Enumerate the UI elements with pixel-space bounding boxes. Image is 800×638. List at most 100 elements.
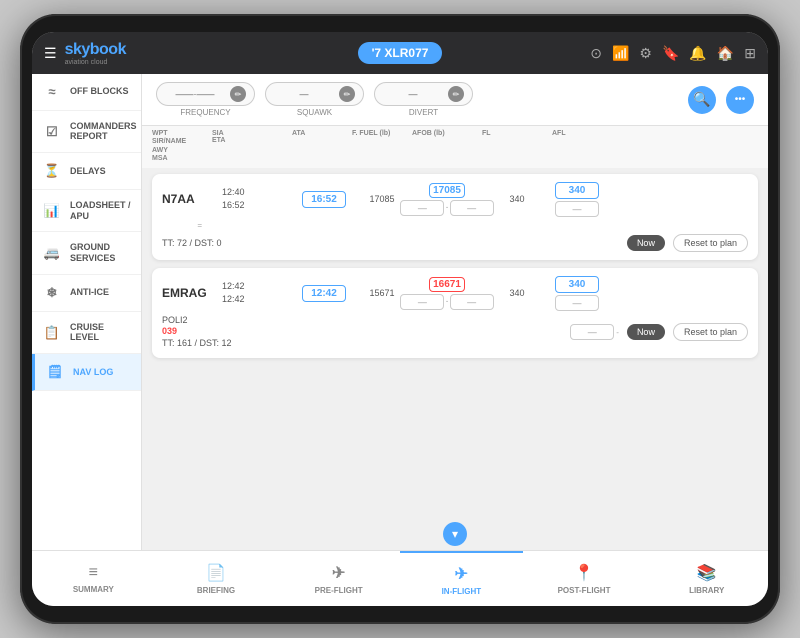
flight-badge[interactable]: '7 XLR077: [358, 42, 443, 64]
col-afl: AFL: [552, 130, 602, 164]
wifi-icon[interactable]: 📶: [612, 45, 629, 62]
sidebar-label-cruise: CRUISE LEVEL: [70, 322, 131, 344]
divert-edit-btn[interactable]: ✏: [448, 86, 464, 102]
more-button[interactable]: •••: [726, 86, 754, 114]
afl-dash-2[interactable]: —: [555, 295, 599, 311]
controls-bar: ✏ FREQUENCY ✏ SQUAWK ✏: [142, 74, 768, 126]
search-button[interactable]: 🔍: [688, 86, 716, 114]
bottom-nav: ≡ SUMMARY 📄 BRIEFING ✈ PRE-FLIGHT ✈ IN-F…: [32, 550, 768, 606]
equals-row-1: =: [162, 221, 748, 230]
post-flight-icon: 📍: [574, 563, 594, 583]
sidebar-item-delays[interactable]: ⏳ DELAYS: [32, 153, 141, 190]
frequency-input[interactable]: [165, 89, 225, 99]
location-icon[interactable]: ⊙: [590, 45, 602, 62]
divert-input[interactable]: [383, 89, 443, 99]
red-value-2: 039: [162, 326, 232, 338]
pre-flight-icon: ✈: [332, 563, 345, 583]
nav-library[interactable]: 📚 LIBRARY: [645, 551, 768, 606]
logo-sub: aviation cloud: [65, 59, 126, 66]
squawk-input[interactable]: [274, 89, 334, 99]
expand-button[interactable]: ▾: [443, 522, 467, 546]
hamburger-icon[interactable]: ☰: [44, 45, 57, 62]
sidebar-label-commanders: COMMANDERS REPORT: [70, 121, 137, 143]
sidebar-label-off-blocks: OFF BLOCKS: [70, 86, 129, 97]
grid-icon[interactable]: ⊞: [744, 45, 756, 62]
sidebar-item-commanders-report[interactable]: ☑ COMMANDERS REPORT: [32, 111, 141, 154]
nav-card-1: N7AA 12:40 16:52 17085: [152, 174, 758, 260]
waypoint-2: EMRAG: [162, 286, 222, 300]
home-icon[interactable]: 🏠: [717, 45, 734, 62]
squawk-group: ✏ SQUAWK: [265, 82, 364, 117]
anti-ice-icon: ❄: [42, 285, 62, 301]
frequency-edit-btn[interactable]: ✏: [230, 86, 246, 102]
table-header: WPTSIR/NAMEAWYMSA SIAETA ATA F. FUEL (lb…: [142, 126, 768, 168]
commanders-icon: ☑: [42, 124, 62, 140]
ground-icon: 🚐: [42, 245, 62, 261]
sidebar-item-loadsheet[interactable]: 📊 LOADSHEET / APU: [32, 190, 141, 233]
frequency-label: FREQUENCY: [180, 108, 230, 117]
afob-dash-1[interactable]: —: [400, 200, 444, 216]
nav-card-2-footer: POLI2 039 TT: 161 / DST: 12 — - Now Rese…: [162, 315, 748, 350]
nav-briefing[interactable]: 📄 BRIEFING: [155, 551, 278, 606]
times-2: 12:42 12:42: [222, 280, 302, 305]
in-flight-icon: ✈: [455, 564, 468, 584]
logo-area: ☰ skybook aviation cloud: [44, 41, 350, 66]
reset-btn-1[interactable]: Reset to plan: [673, 234, 748, 252]
col-fl: FL: [482, 130, 552, 164]
pre-flight-label: PRE-FLIGHT: [315, 586, 363, 595]
col-wpt: WPTSIR/NAMEAWYMSA: [152, 130, 212, 164]
library-icon: 📚: [697, 563, 717, 583]
divert-pill[interactable]: ✏: [374, 82, 473, 106]
sidebar-item-anti-ice[interactable]: ❄ ANTI-ICE: [32, 275, 141, 312]
settings-icon[interactable]: ⚙: [639, 45, 652, 62]
squawk-label: SQUAWK: [297, 108, 332, 117]
bookmark-icon[interactable]: 🔖: [662, 45, 679, 62]
frequency-pill[interactable]: ✏: [156, 82, 255, 106]
logo: skybook aviation cloud: [65, 41, 126, 66]
ata-input-2[interactable]: [302, 285, 346, 302]
in-flight-label: IN-FLIGHT: [442, 587, 482, 596]
waypoint-1: N7AA: [162, 192, 222, 206]
dot-sep-1a: ·: [445, 202, 448, 213]
dot-sep-2a: ·: [445, 296, 448, 307]
loadsheet-icon: 📊: [42, 203, 62, 219]
tablet-screen: ☰ skybook aviation cloud '7 XLR077 ⊙ 📶 ⚙…: [32, 32, 768, 606]
fl-2: 340: [482, 288, 552, 298]
tt-dst-2: TT: 161 / DST: 12: [162, 338, 232, 350]
sidebar: ≈ OFF BLOCKS ☑ COMMANDERS REPORT ⏳ DELAY…: [32, 74, 142, 550]
squawk-edit-btn[interactable]: ✏: [339, 86, 355, 102]
plan-time-2: 12:42: [222, 281, 245, 291]
nav-in-flight[interactable]: ✈ IN-FLIGHT: [400, 551, 523, 606]
now-btn-1[interactable]: Now: [627, 235, 665, 251]
nav-card-2-header: EMRAG 12:42 12:42 15671: [162, 276, 748, 311]
afob-value-1: 17085: [429, 183, 465, 198]
col-afob: AFOB (lb): [412, 130, 482, 164]
afl-input-1[interactable]: [555, 182, 599, 199]
sidebar-item-cruise[interactable]: 📋 CRUISE LEVEL: [32, 312, 141, 355]
sidebar-item-off-blocks[interactable]: ≈ OFF BLOCKS: [32, 74, 141, 111]
afl-dash-1[interactable]: —: [555, 201, 599, 217]
afob-1: 17085 — · —: [412, 183, 482, 216]
afob-2: 16671 — · —: [412, 277, 482, 310]
afob-dash-2[interactable]: —: [400, 294, 444, 310]
nav-post-flight[interactable]: 📍 POST-FLIGHT: [523, 551, 646, 606]
nav-pre-flight[interactable]: ✈ PRE-FLIGHT: [277, 551, 400, 606]
reset-btn-2[interactable]: Reset to plan: [673, 323, 748, 341]
ata-input-1[interactable]: [302, 191, 346, 208]
afl-input-2[interactable]: [555, 276, 599, 293]
summary-label: SUMMARY: [73, 585, 114, 594]
now-btn-2[interactable]: Now: [627, 324, 665, 340]
sidebar-item-ground[interactable]: 🚐 GROUND SERVICES: [32, 232, 141, 275]
sidebar-item-nav-log[interactable]: 🗒 NAV LOG: [32, 354, 141, 391]
frequency-group: ✏ FREQUENCY: [156, 82, 255, 117]
bell-icon[interactable]: 🔔: [689, 45, 706, 62]
sidebar-label-ground: GROUND SERVICES: [70, 242, 131, 264]
off-blocks-icon: ≈: [42, 84, 62, 100]
squawk-pill[interactable]: ✏: [265, 82, 364, 106]
nav-summary[interactable]: ≡ SUMMARY: [32, 551, 155, 606]
actual-time-2: 12:42: [222, 294, 245, 304]
sub-info-2: POLI2 039 TT: 161 / DST: 12: [162, 315, 232, 350]
afl-2: —: [552, 276, 602, 311]
sidebar-label-loadsheet: LOADSHEET / APU: [70, 200, 131, 222]
app-header: ☰ skybook aviation cloud '7 XLR077 ⊙ 📶 ⚙…: [32, 32, 768, 74]
